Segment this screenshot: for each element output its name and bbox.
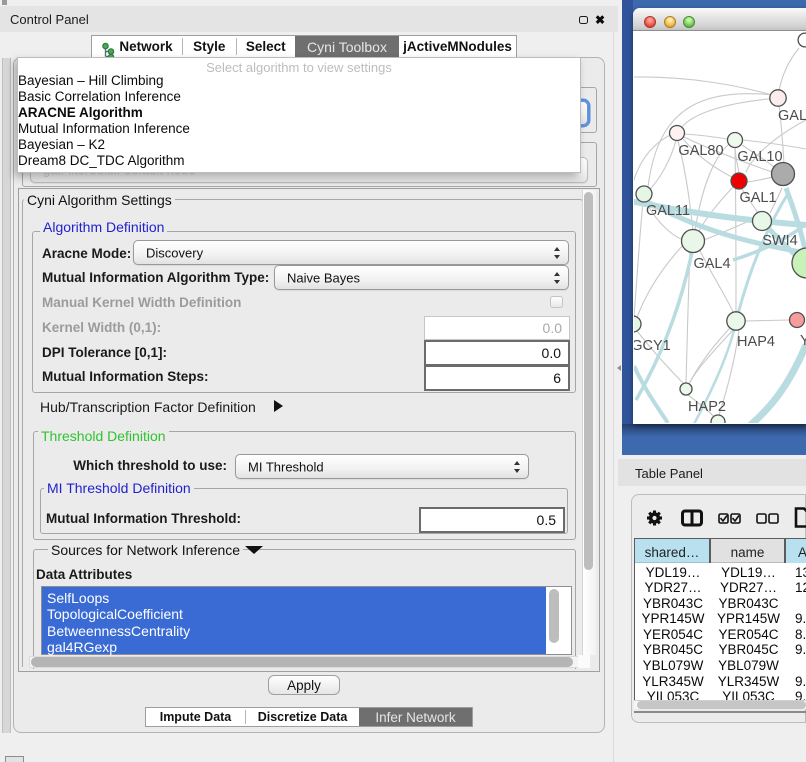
- svg-text:GAL80: GAL80: [678, 143, 723, 159]
- svg-text:HAP2: HAP2: [688, 399, 726, 415]
- svg-text:GAL10: GAL10: [737, 149, 782, 165]
- svg-text:GAL4: GAL4: [693, 256, 730, 272]
- svg-text:GAL11: GAL11: [646, 203, 690, 219]
- svg-text:SWI4: SWI4: [762, 233, 797, 249]
- svg-text:HAP4: HAP4: [737, 334, 775, 350]
- svg-text:GCY1: GCY1: [634, 338, 671, 354]
- svg-text:GAL1: GAL1: [739, 190, 776, 206]
- svg-text:YBR0: YBR0: [800, 333, 806, 349]
- svg-text:GAL2: GAL2: [778, 108, 806, 124]
